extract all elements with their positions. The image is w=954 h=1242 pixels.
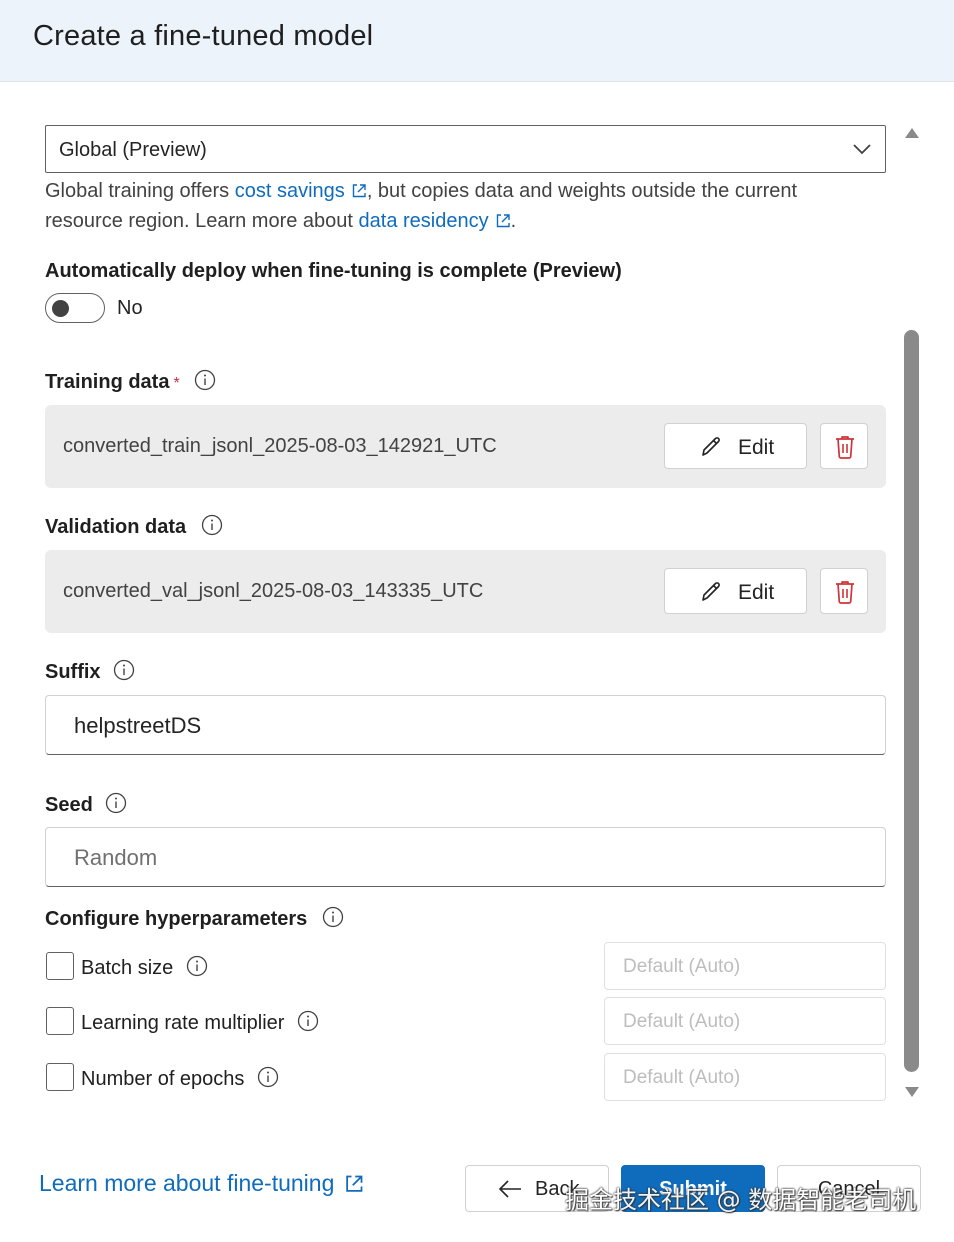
batch-size-label: Batch size — [81, 957, 174, 979]
scrollbar-thumb[interactable] — [904, 330, 919, 1072]
help-text-suffix: . — [510, 210, 517, 232]
epochs-placeholder: Default (Auto) — [623, 1067, 741, 1088]
learn-more-fine-tuning-link[interactable]: Learn more about fine-tuning — [39, 1170, 364, 1197]
scroll-up-arrow[interactable] — [905, 128, 919, 138]
validation-data-card: converted_val_jsonl_2025-08-03_143335_UT… — [45, 550, 886, 633]
validation-data-heading: Validation data — [45, 514, 223, 539]
info-icon[interactable] — [257, 1066, 279, 1088]
trash-icon — [836, 581, 854, 604]
learning-rate-placeholder: Default (Auto) — [623, 1011, 741, 1032]
arrow-left-icon — [498, 1180, 521, 1198]
learning-rate-label: Learning rate multiplier — [81, 1012, 285, 1034]
delete-training-data-button[interactable] — [820, 423, 868, 469]
auto-deploy-label: Automatically deploy when fine-tuning is… — [45, 260, 622, 282]
training-file-name: converted_train_jsonl_2025-08-03_142921_… — [63, 435, 497, 457]
hyperparameters-heading: Configure hyperparameters — [45, 906, 344, 931]
pencil-icon — [702, 437, 720, 456]
suffix-heading: Suffix — [45, 659, 135, 684]
info-icon[interactable] — [201, 514, 223, 536]
training-data-label: Training data — [45, 371, 170, 393]
edit-training-data-button[interactable]: Edit — [664, 423, 807, 469]
suffix-label: Suffix — [45, 661, 101, 683]
pencil-icon — [702, 582, 720, 601]
edit-validation-data-button[interactable]: Edit — [664, 568, 807, 614]
info-icon[interactable] — [194, 369, 216, 391]
training-data-heading: Training data * — [45, 369, 216, 394]
delete-validation-data-button[interactable] — [820, 568, 868, 614]
watermark-text: 掘金技术社区 @ 数据智能老司机 — [565, 1186, 917, 1214]
epochs-checkbox[interactable] — [46, 1063, 74, 1091]
validation-data-label: Validation data — [45, 516, 187, 538]
learning-rate-row-label: Learning rate multiplier — [81, 1010, 319, 1035]
batch-size-checkbox[interactable] — [46, 952, 74, 980]
external-link-icon[interactable] — [495, 213, 511, 229]
batch-size-row-label: Batch size — [81, 955, 208, 980]
trash-icon — [836, 436, 854, 459]
batch-size-placeholder: Default (Auto) — [623, 956, 741, 977]
suffix-input[interactable]: helpstreetDS — [45, 695, 886, 755]
external-link-icon — [346, 1175, 363, 1192]
info-icon[interactable] — [186, 955, 208, 977]
auto-deploy-toggle[interactable] — [45, 293, 105, 323]
dialog-title: Create a fine-tuned model — [33, 20, 374, 52]
epochs-row-label: Number of epochs — [81, 1066, 279, 1091]
epochs-input[interactable]: Default (Auto) — [604, 1053, 886, 1101]
auto-deploy-state: No — [117, 297, 143, 319]
training-type-value: Global (Preview) — [59, 139, 207, 161]
dialog-header: Create a fine-tuned model — [0, 0, 954, 82]
seed-input[interactable]: Random — [45, 827, 886, 887]
learn-more-label: Learn more about fine-tuning — [39, 1170, 335, 1196]
info-icon[interactable] — [322, 906, 344, 928]
training-type-dropdown[interactable]: Global (Preview) — [45, 125, 886, 173]
epochs-label: Number of epochs — [81, 1068, 245, 1090]
help-text-prefix: Global training offers — [45, 180, 235, 202]
seed-label: Seed — [45, 794, 93, 816]
cost-savings-link[interactable]: cost savings — [235, 180, 345, 202]
learning-rate-checkbox[interactable] — [46, 1007, 74, 1035]
edit-button-label: Edit — [738, 581, 775, 604]
training-type-help: Global training offers cost savings, but… — [45, 176, 865, 236]
info-icon[interactable] — [297, 1010, 319, 1032]
validation-file-name: converted_val_jsonl_2025-08-03_143335_UT… — [63, 580, 484, 602]
training-data-card: converted_train_jsonl_2025-08-03_142921_… — [45, 405, 886, 488]
suffix-value: helpstreetDS — [74, 713, 202, 738]
external-link-icon[interactable] — [351, 183, 367, 199]
hyperparameters-label: Configure hyperparameters — [45, 908, 308, 930]
toggle-knob — [52, 300, 69, 317]
batch-size-input[interactable]: Default (Auto) — [604, 942, 886, 990]
edit-button-label: Edit — [738, 436, 775, 459]
scroll-down-arrow[interactable] — [905, 1087, 919, 1097]
learning-rate-input[interactable]: Default (Auto) — [604, 997, 886, 1045]
seed-heading: Seed — [45, 792, 127, 817]
required-marker: * — [173, 375, 180, 392]
info-icon[interactable] — [113, 659, 135, 681]
chevron-down-icon — [853, 144, 871, 155]
seed-placeholder: Random — [74, 845, 158, 870]
data-residency-link[interactable]: data residency — [359, 210, 489, 232]
info-icon[interactable] — [105, 792, 127, 814]
